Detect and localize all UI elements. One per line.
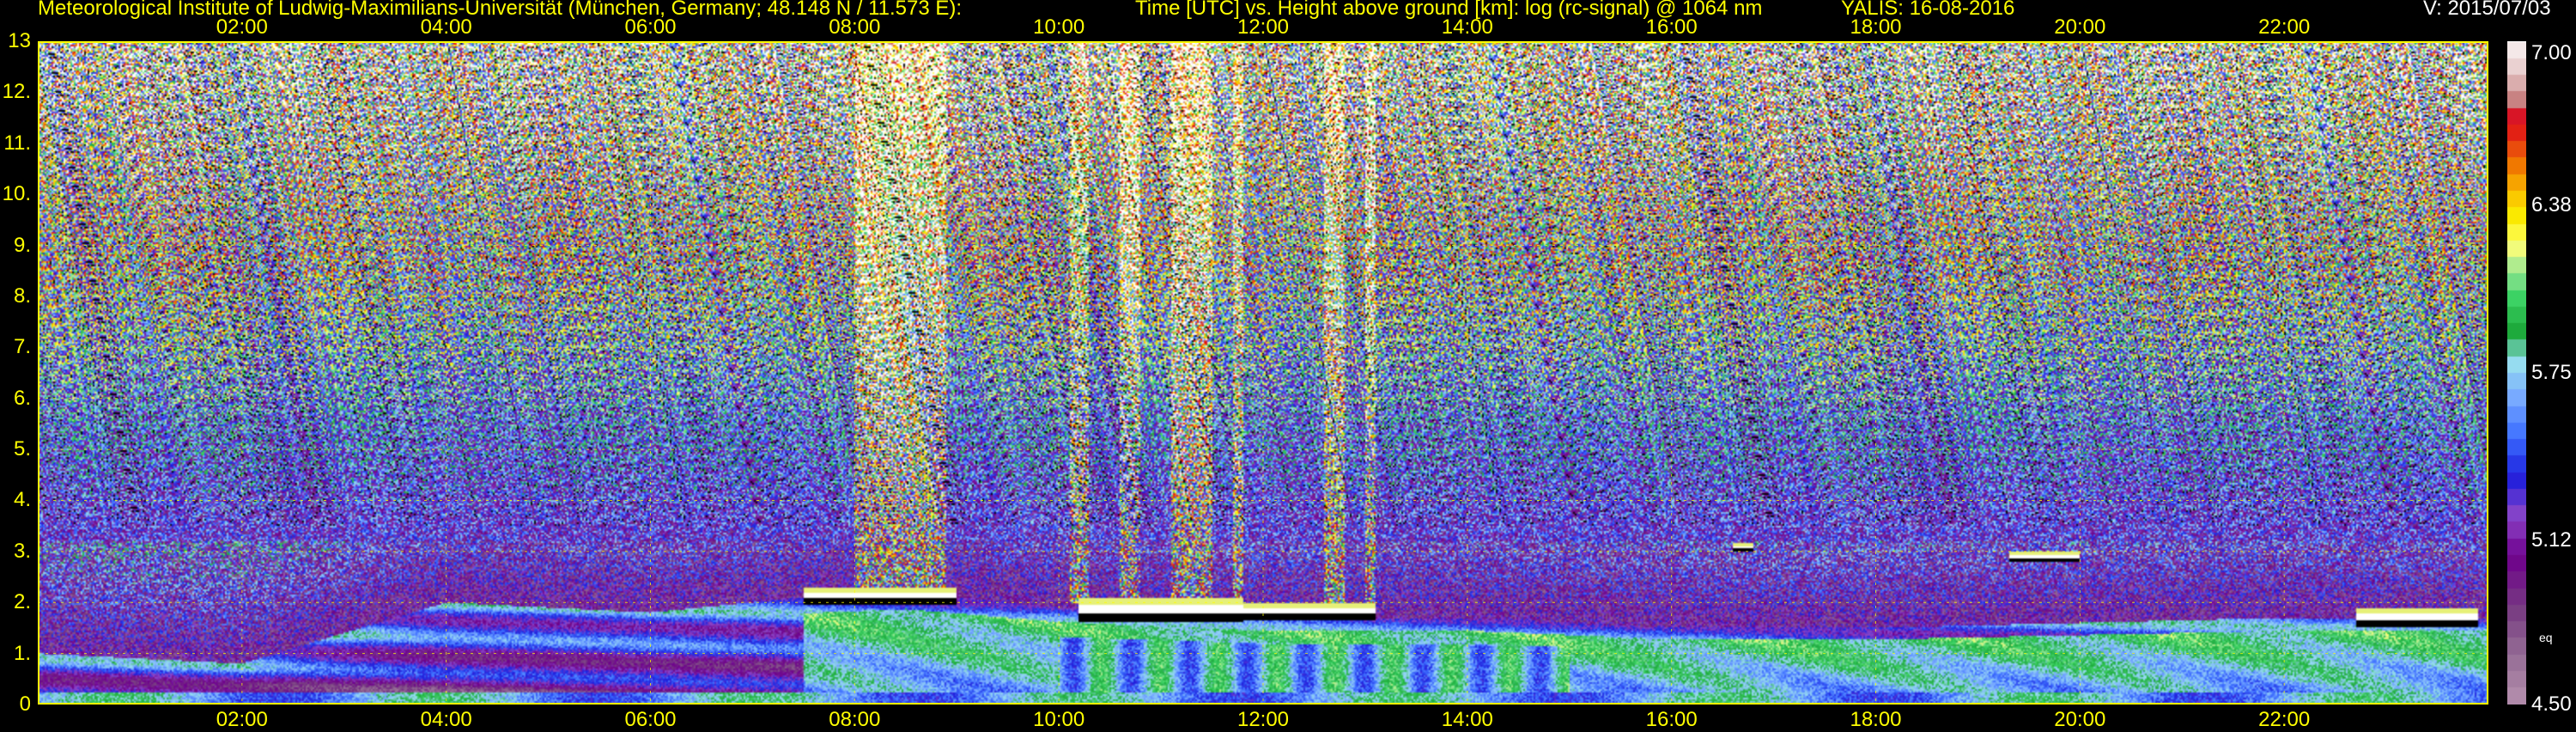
- x-tick-top: 20:00: [2054, 15, 2106, 39]
- y-tick-label: 7.: [13, 335, 31, 359]
- x-tick-top: 04:00: [420, 15, 472, 39]
- x-tick-bottom: 02:00: [216, 708, 268, 731]
- x-tick-top: 14:00: [1441, 15, 1493, 39]
- x-tick-top: 10:00: [1033, 15, 1085, 39]
- colorbar-unit: eq: [2539, 631, 2553, 644]
- grid-overlay: [38, 41, 2488, 705]
- y-tick-label: 10.: [2, 182, 31, 206]
- lidar-chart: Meteorological Institute of Ludwig-Maxim…: [0, 0, 2576, 731]
- plot-frame: [38, 41, 2488, 705]
- x-tick-bottom: 10:00: [1033, 708, 1085, 731]
- x-tick-bottom: 20:00: [2054, 708, 2106, 731]
- x-tick-bottom: 06:00: [624, 708, 677, 731]
- colorbar-tick-label: 4.50: [2531, 692, 2572, 716]
- x-tick-top: 22:00: [2258, 15, 2311, 39]
- x-tick-bottom: 18:00: [1850, 708, 1902, 731]
- x-tick-bottom: 22:00: [2258, 708, 2311, 731]
- version-label: V: 2015/07/03: [2423, 0, 2551, 20]
- x-tick-top: 06:00: [624, 15, 677, 39]
- colorbar: [2507, 41, 2526, 705]
- y-tick-label: 4.: [13, 488, 31, 512]
- x-tick-bottom: 12:00: [1236, 708, 1290, 731]
- y-tick-label: 6.: [13, 386, 31, 410]
- x-tick-top: 18:00: [1850, 15, 1902, 39]
- x-tick-bottom: 04:00: [420, 708, 472, 731]
- x-tick-bottom: 16:00: [1645, 708, 1698, 731]
- y-tick-label: 0: [19, 692, 31, 716]
- y-tick-label: 2.: [13, 590, 31, 614]
- y-tick-label: 3.: [13, 539, 31, 563]
- y-tick-label: 5.: [13, 437, 31, 461]
- y-tick-label: 8.: [13, 284, 31, 308]
- y-tick-label: 9.: [13, 233, 31, 257]
- colorbar-tick-label: 7.00: [2531, 41, 2572, 64]
- y-tick-label: 11.: [3, 131, 31, 155]
- x-tick-bottom: 14:00: [1441, 708, 1493, 731]
- colorbar-tick-label: 6.38: [2531, 193, 2572, 217]
- y-tick-label: 1.: [13, 641, 31, 665]
- y-tick-label: 13: [8, 29, 31, 52]
- x-tick-top: 12:00: [1236, 15, 1290, 39]
- x-tick-top: 16:00: [1645, 15, 1698, 39]
- institute-header: Meteorological Institute of Ludwig-Maxim…: [38, 0, 963, 20]
- colorbar-tick-label: 5.75: [2531, 361, 2572, 384]
- x-tick-top: 02:00: [216, 15, 268, 39]
- y-tick-label: 12.: [2, 80, 31, 104]
- x-tick-bottom: 08:00: [829, 708, 881, 731]
- colorbar-tick-label: 5.12: [2531, 528, 2572, 552]
- x-tick-top: 08:00: [829, 15, 881, 39]
